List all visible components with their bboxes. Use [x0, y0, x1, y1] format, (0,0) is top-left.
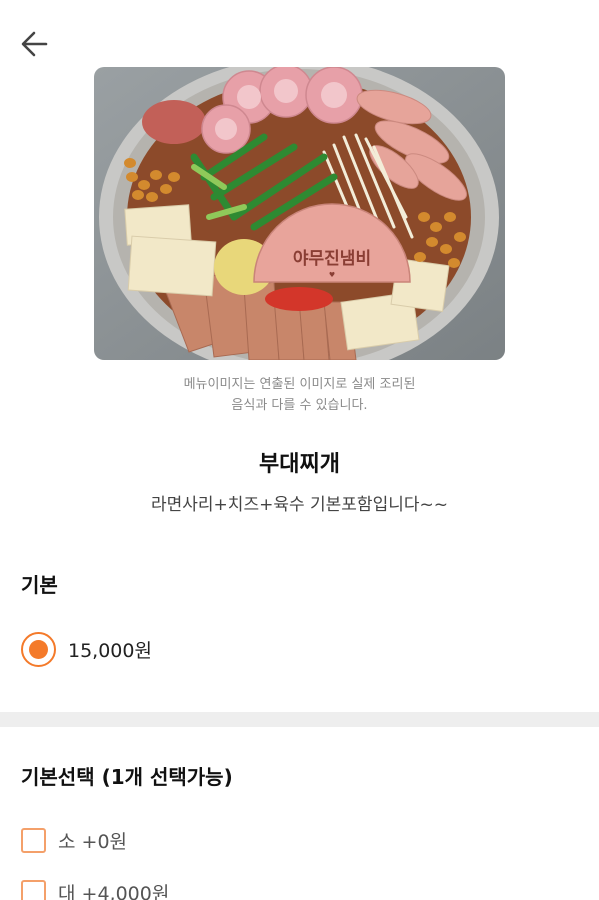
size-option-large[interactable]: 대 +4,000원 [21, 879, 169, 900]
menu-image-brand-label: 야무진냄비 [293, 249, 371, 269]
section-title-basic: 기본 [21, 573, 58, 597]
section-divider [0, 712, 599, 727]
checkbox[interactable] [21, 828, 46, 853]
image-notice-line2: 음식과 다를 수 있습니다. [231, 398, 368, 413]
section-title-size: 기본선택 (1개 선택가능) [21, 765, 233, 789]
menu-detail-page: 야무진냄비 ♥ 메뉴이미지는 연출된 이미지로 실제 조리된 음식과 다를 수 … [0, 0, 599, 900]
radio-selected-dot [29, 640, 48, 659]
size-option-label: 대 +4,000원 [58, 883, 170, 900]
size-option-small[interactable]: 소 +0원 [21, 827, 127, 854]
menu-image: 야무진냄비 ♥ [94, 67, 505, 360]
svg-text:♥: ♥ [329, 271, 335, 279]
menu-description: 라면사리+치즈+육수 기본포함입니다~~ [151, 495, 448, 515]
back-button[interactable] [18, 28, 54, 60]
menu-title: 부대찌개 [259, 452, 340, 477]
radio-button[interactable] [21, 632, 56, 667]
size-option-label: 소 +0원 [58, 831, 128, 853]
checkbox[interactable] [21, 880, 46, 900]
arrow-left-icon [21, 31, 48, 57]
image-notice: 메뉴이미지는 연출된 이미지로 실제 조리된 음식과 다를 수 있습니다. [0, 374, 599, 416]
image-notice-line1: 메뉴이미지는 연출된 이미지로 실제 조리된 [183, 377, 416, 392]
price-label: 15,000원 [68, 640, 152, 662]
price-option-basic[interactable]: 15,000원 [21, 632, 152, 667]
